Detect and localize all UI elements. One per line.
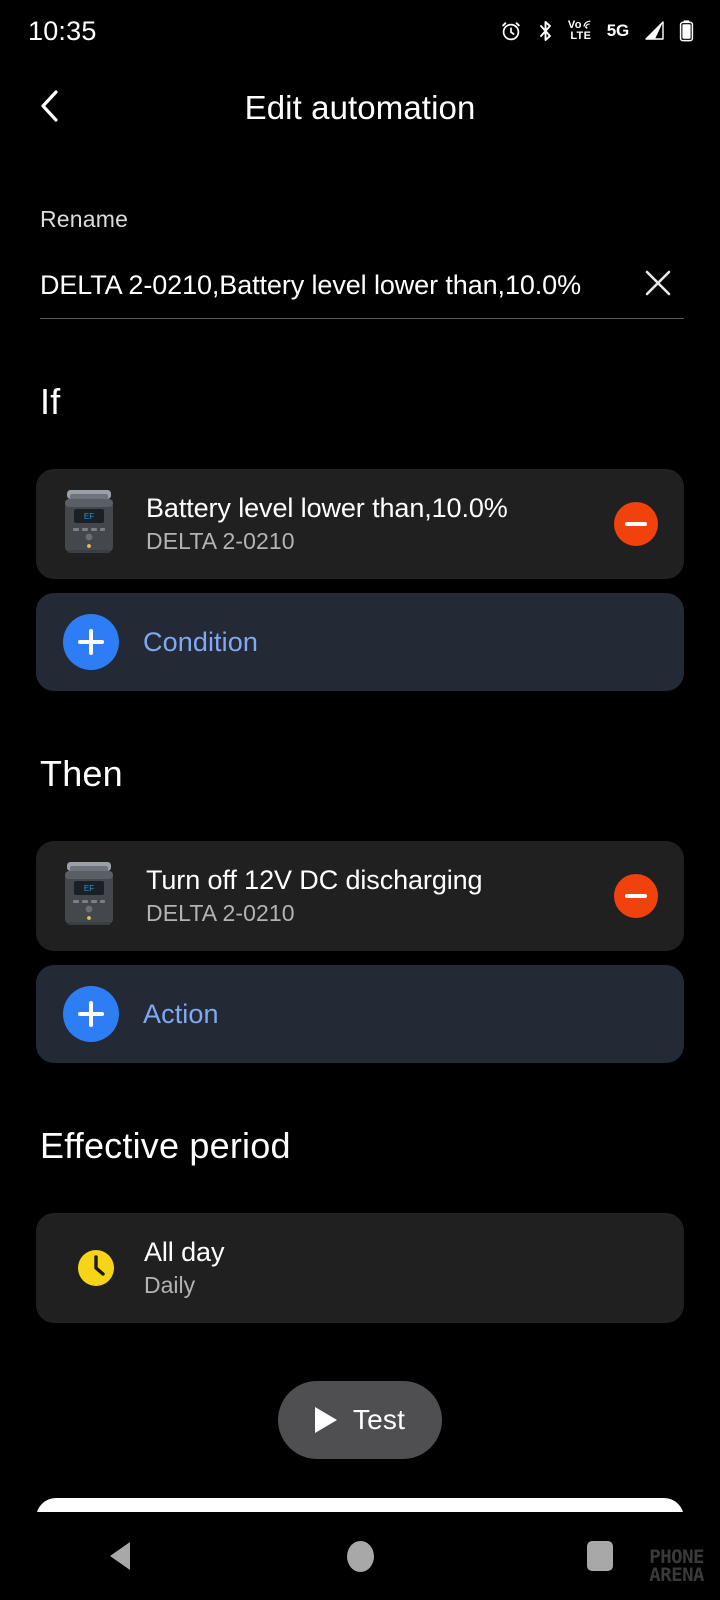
chevron-left-icon [33, 86, 67, 131]
then-cards: EF Turn off 12V DC discharging DELTA 2-0… [0, 841, 720, 1063]
add-action-label: Action [143, 998, 219, 1029]
section-title-if: If [40, 381, 61, 422]
section-title-then: Then [40, 753, 123, 794]
test-button[interactable]: Test [278, 1381, 442, 1459]
clock-icon [74, 1246, 118, 1290]
then-action-card[interactable]: EF Turn off 12V DC discharging DELTA 2-0… [36, 841, 684, 951]
section-title-effective-period: Effective period [40, 1125, 291, 1166]
minus-circle-icon [625, 522, 647, 526]
if-trigger-text: Battery level lower than,10.0% DELTA 2-0… [146, 493, 596, 556]
status-bar: 10:35 Vo LTE 5G [0, 0, 720, 62]
rename-input[interactable]: DELTA 2-0210,Battery level lower than,10… [40, 270, 628, 301]
svg-text:EF: EF [84, 884, 94, 893]
play-icon [314, 1407, 337, 1433]
back-button[interactable] [22, 80, 78, 136]
test-button-label: Test [352, 1404, 406, 1435]
add-action-row[interactable]: Action [36, 965, 684, 1063]
then-action-title: Turn off 12V DC discharging [146, 864, 483, 895]
5g-icon: 5G [606, 21, 629, 40]
back-triangle-icon [110, 1542, 130, 1570]
effective-period-subtitle: Daily [144, 1272, 196, 1298]
recents-square-icon [587, 1541, 613, 1571]
android-nav-bar: PHONE ARENA [0, 1512, 720, 1600]
if-cards: EF Battery level lower than,10.0% DELTA … [0, 469, 720, 691]
app-bar: Edit automation [0, 62, 720, 154]
power-station-icon: EF [58, 484, 120, 564]
page-title: Edit automation [244, 89, 476, 126]
effective-period-cards: All day Daily [0, 1213, 720, 1323]
then-action-text: Turn off 12V DC discharging DELTA 2-0210 [146, 865, 596, 928]
if-trigger-card[interactable]: EF Battery level lower than,10.0% DELTA … [36, 469, 684, 579]
rename-field[interactable]: DELTA 2-0210,Battery level lower than,10… [40, 263, 684, 319]
status-time: 10:35 [28, 15, 97, 46]
add-condition-label: Condition [143, 626, 258, 657]
bluetooth-icon [536, 19, 555, 43]
nav-back-button[interactable] [0, 1542, 240, 1570]
watermark-line-2: ARENA [649, 1563, 704, 1586]
rename-label: Rename [40, 206, 129, 232]
remove-trigger-button[interactable] [614, 502, 658, 546]
remove-action-button[interactable] [614, 874, 658, 918]
plus-circle-icon[interactable] [63, 614, 119, 670]
test-row: Test [0, 1381, 720, 1459]
battery-icon [679, 19, 694, 43]
nav-home-button[interactable] [240, 1540, 480, 1572]
status-icon-group: Vo LTE 5G [499, 19, 694, 43]
spacer-then [0, 691, 720, 753]
power-station-icon: EF [58, 856, 120, 936]
signal-icon [642, 20, 666, 42]
clear-button[interactable] [636, 263, 680, 307]
plus-circle-icon[interactable] [63, 986, 119, 1042]
effective-period-card[interactable]: All day Daily [36, 1213, 684, 1323]
volte-icon: Vo LTE [567, 19, 592, 42]
then-action-subtitle: DELTA 2-0210 [146, 900, 295, 927]
minus-circle-icon [625, 894, 647, 898]
spacer-if [0, 319, 720, 381]
if-trigger-subtitle: DELTA 2-0210 [146, 528, 295, 555]
home-circle-icon [346, 1540, 374, 1572]
spacer-period [0, 1063, 720, 1125]
add-condition-row[interactable]: Condition [36, 593, 684, 691]
effective-period-text: All day Daily [144, 1237, 224, 1299]
watermark: PHONE ARENA [649, 1547, 704, 1586]
rename-section: Rename DELTA 2-0210,Battery level lower … [0, 154, 720, 319]
close-icon [641, 266, 675, 305]
if-trigger-title: Battery level lower than,10.0% [146, 492, 508, 523]
alarm-icon [499, 19, 523, 43]
effective-period-title: All day [144, 1237, 225, 1267]
svg-text:EF: EF [84, 512, 94, 521]
